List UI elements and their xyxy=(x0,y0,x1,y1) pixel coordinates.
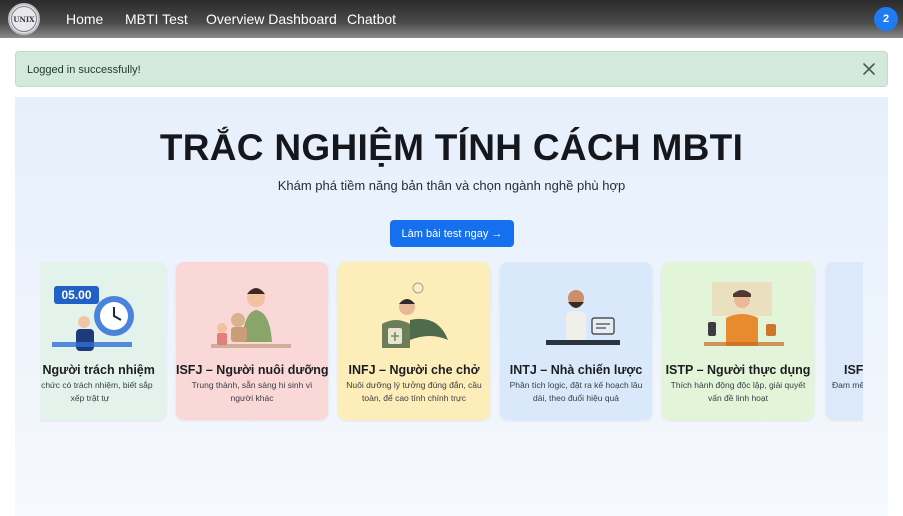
card-title: ISFI xyxy=(844,363,863,377)
card-isfp[interactable]: ISFI Đam mê lắ xyxy=(826,262,863,420)
card-isfj[interactable]: ISFJ – Người nuôi dưỡng Trung thành, sẵn… xyxy=(176,262,328,420)
page-title: TRẮC NGHIỆM TÍNH CÁCH MBTI xyxy=(159,127,744,168)
page-subtitle: Khám phá tiềm năng bản thân và chọn ngàn… xyxy=(277,178,626,193)
success-alert: Logged in successfully! xyxy=(15,51,888,87)
card-description: Đam mê lắ xyxy=(832,380,863,390)
notification-badge[interactable]: 2 xyxy=(874,7,898,31)
logo-text: UNIX xyxy=(11,6,37,32)
logo[interactable]: UNIX xyxy=(8,3,40,35)
card-infj[interactable]: INFJ – Người che chở Nuôi dưỡng lý tưởng… xyxy=(338,262,490,420)
clock-time: 05.00 xyxy=(61,288,91,302)
card-description: i tổ chức có trách nhiệm, biết sắp xếp t… xyxy=(40,380,153,403)
card-description: Phân tích logic, đặt ra kế hoạch lâu dài… xyxy=(509,380,643,403)
strategist-illustration xyxy=(500,262,652,357)
card-title: ISTP – Người thực dụng xyxy=(665,363,811,377)
card-illustration xyxy=(826,262,863,357)
card-title: INTJ – Nhà chiến lược xyxy=(509,363,643,377)
card-title: INFJ – Người che chở xyxy=(348,363,480,377)
card-description: Thích hành động độc lập, giải quyết vấn … xyxy=(670,380,806,403)
card-istp[interactable]: ISTP – Người thực dụng Thích hành động đ… xyxy=(662,262,814,420)
nav-link-home[interactable]: Home xyxy=(66,11,103,27)
close-icon[interactable] xyxy=(861,61,877,77)
personality-carousel: 05.00 I – Người trách nhiệm i tổ chức có… xyxy=(40,262,863,422)
caregiver-illustration xyxy=(176,262,328,357)
practical-illustration xyxy=(662,262,814,357)
card-title: ISFJ – Người nuôi dưỡng xyxy=(176,363,328,377)
card-description: Trung thành, sẵn sàng hi sinh vì người k… xyxy=(191,380,313,403)
navbar: UNIX Home MBTI Test Overview Dashboard C… xyxy=(0,0,903,38)
card-istj[interactable]: 05.00 I – Người trách nhiệm i tổ chức có… xyxy=(40,262,166,420)
card-description: Nuôi dưỡng lý tưởng đúng đắn, cầu toàn, … xyxy=(346,380,482,403)
nav-link-mbti-test[interactable]: MBTI Test xyxy=(125,11,188,27)
start-test-button[interactable]: Làm bài test ngay → xyxy=(390,220,514,247)
nav-link-overview-dashboard[interactable]: Overview Dashboard xyxy=(206,11,337,27)
hero-section: TRẮC NGHIỆM TÍNH CÁCH MBTI Khám phá tiềm… xyxy=(15,97,888,516)
card-title: I – Người trách nhiệm xyxy=(40,363,155,377)
protector-illustration xyxy=(338,262,490,357)
clock-illustration: 05.00 xyxy=(40,262,166,357)
card-intj[interactable]: INTJ – Nhà chiến lược Phân tích logic, đ… xyxy=(500,262,652,420)
nav-link-chatbot[interactable]: Chatbot xyxy=(347,11,396,27)
alert-message: Logged in successfully! xyxy=(27,64,141,76)
